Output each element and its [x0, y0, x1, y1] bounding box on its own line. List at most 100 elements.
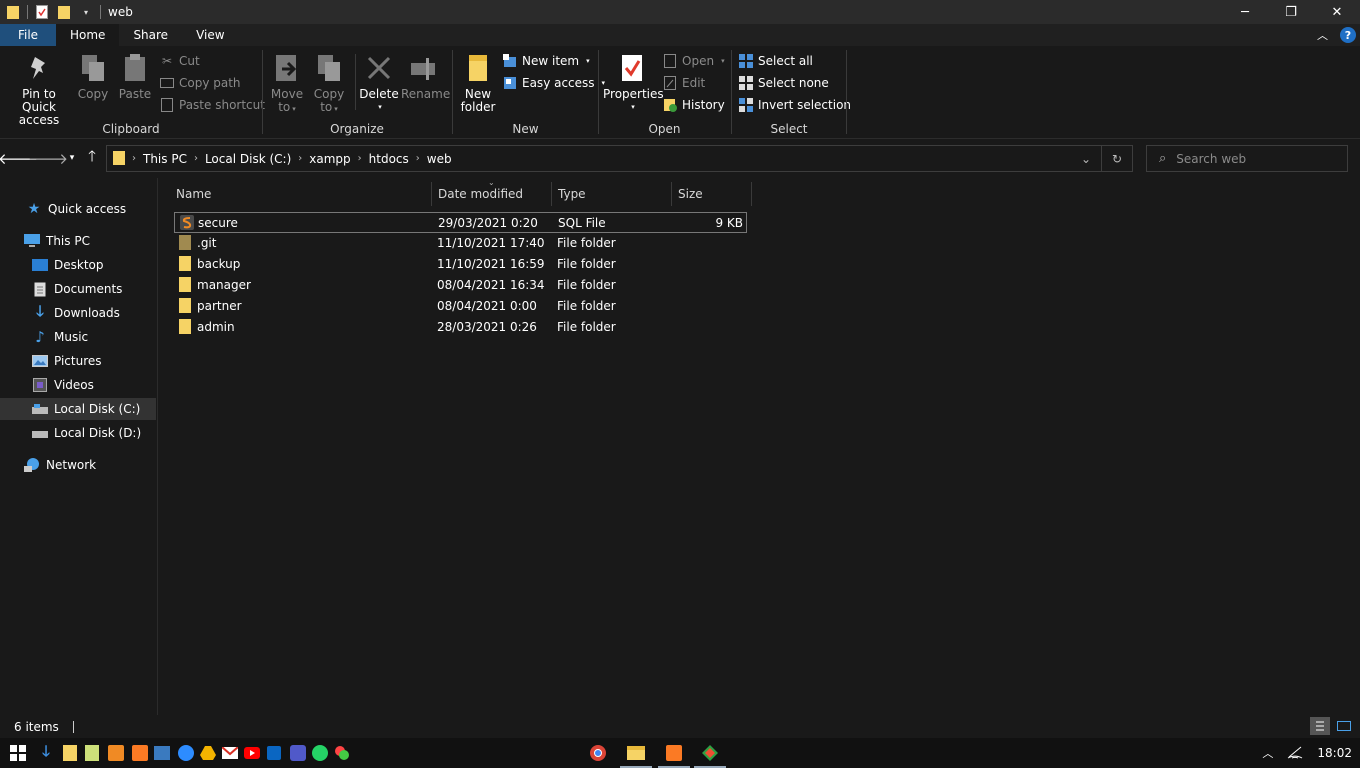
sidebar-item-network[interactable]: Network: [0, 454, 156, 476]
collapse-ribbon-icon[interactable]: ︿: [1317, 27, 1328, 43]
column-header-date[interactable]: Date modified: [438, 182, 523, 206]
paste-shortcut-button[interactable]: Paste shortcut: [160, 96, 265, 114]
large-icons-view-icon[interactable]: [1334, 717, 1354, 735]
edit-button[interactable]: Edit: [663, 74, 705, 92]
sidebar-item-pictures[interactable]: Pictures: [0, 350, 156, 372]
file-name: .git: [197, 236, 217, 250]
recent-locations-button[interactable]: ▾: [62, 148, 82, 168]
invert-selection-button[interactable]: Invert selection: [739, 96, 851, 114]
paste-button[interactable]: Paste: [118, 52, 152, 101]
teams-icon[interactable]: [288, 743, 308, 763]
sidebar-item-downloads[interactable]: 🡓 Downloads: [0, 302, 156, 324]
properties-icon[interactable]: [34, 4, 50, 20]
sidebar-item-music[interactable]: ♪ Music: [0, 326, 156, 348]
search-box[interactable]: ⌕: [1146, 145, 1348, 172]
sublime-text-icon[interactable]: [106, 743, 126, 763]
move-to-button[interactable]: Move to ▾: [269, 52, 305, 116]
pin-to-quick-access-button[interactable]: Pin to Quick access: [6, 52, 72, 127]
zoom-icon[interactable]: [176, 743, 196, 763]
ribbon-tabs: File Home Share View ︿ ?: [0, 24, 1360, 46]
copy-path-button[interactable]: Copy path: [160, 74, 241, 92]
maximize-button[interactable]: ❐: [1268, 0, 1314, 24]
copy-button[interactable]: Copy: [76, 52, 110, 101]
up-button[interactable]: 🡑: [82, 147, 102, 168]
gmail-icon[interactable]: [220, 743, 240, 763]
xampp-control-icon[interactable]: [658, 743, 690, 768]
downloads-icon[interactable]: 🡓: [36, 742, 56, 763]
breadcrumb-item[interactable]: Local Disk (C:): [201, 152, 295, 166]
customize-toolbar-icon[interactable]: ▾: [78, 4, 94, 20]
sidebar-item-this-pc[interactable]: This PC: [0, 230, 156, 252]
sidebar-item-documents[interactable]: Documents: [0, 278, 156, 300]
open-button[interactable]: Open ▾: [663, 52, 725, 70]
sidebar-item-videos[interactable]: Videos: [0, 374, 156, 396]
sidebar-item-local-disk-c[interactable]: Local Disk (C:): [0, 398, 156, 420]
quick-access-toolbar: ▾: [0, 0, 104, 24]
tab-view[interactable]: View: [182, 24, 238, 46]
properties-button[interactable]: Properties ▾: [603, 52, 664, 114]
minimize-button[interactable]: ─: [1222, 0, 1268, 24]
tab-share[interactable]: Share: [119, 24, 182, 46]
table-row[interactable]: .git 11/10/2021 17:40 File folder: [174, 233, 747, 254]
new-item-button[interactable]: New item ▾: [503, 52, 590, 70]
refresh-icon[interactable]: ↻: [1102, 146, 1132, 171]
wifi-icon[interactable]: [1287, 745, 1303, 762]
file-explorer-icon[interactable]: [620, 743, 652, 768]
breadcrumb-item[interactable]: This PC: [139, 152, 191, 166]
whatsapp-icon[interactable]: [310, 743, 330, 763]
address-history-chevron-icon[interactable]: ⌄: [1071, 146, 1101, 171]
easy-access-button[interactable]: Easy access ▾: [503, 74, 605, 92]
photos-icon[interactable]: [332, 743, 352, 763]
rename-button[interactable]: Rename: [401, 52, 450, 101]
notepad-icon[interactable]: [82, 743, 102, 763]
sidebar-item-desktop[interactable]: Desktop: [0, 254, 156, 276]
google-drive-icon[interactable]: [198, 743, 218, 763]
cut-button[interactable]: ✂ Cut: [160, 52, 200, 70]
search-input[interactable]: [1176, 151, 1337, 166]
close-button[interactable]: ✕: [1314, 0, 1360, 24]
column-header-type[interactable]: Type: [558, 182, 586, 206]
table-row[interactable]: partner 08/04/2021 0:00 File folder: [174, 296, 747, 317]
breadcrumb-item[interactable]: htdocs: [365, 152, 413, 166]
select-all-button[interactable]: Select all: [739, 52, 813, 70]
show-hidden-icons-icon[interactable]: ︿: [1262, 745, 1273, 761]
copy-to-button[interactable]: Copy to ▾: [311, 52, 347, 116]
forward-button[interactable]: 🡒: [28, 148, 68, 168]
table-row[interactable]: manager 08/04/2021 16:34 File folder: [174, 275, 747, 296]
details-view-icon[interactable]: [1310, 717, 1330, 735]
history-button[interactable]: History: [663, 96, 725, 114]
address-bar[interactable]: › This PC › Local Disk (C:) › xampp › ht…: [106, 145, 1133, 172]
youtube-icon[interactable]: [242, 743, 262, 763]
linkedin-icon[interactable]: [264, 743, 284, 763]
windows-start-icon[interactable]: [8, 743, 28, 763]
column-header-name[interactable]: Name: [176, 182, 211, 206]
xampp-icon[interactable]: [130, 743, 150, 763]
drive-icon: [32, 425, 48, 441]
tab-file[interactable]: File: [0, 24, 56, 46]
open-icon: [663, 54, 677, 68]
tab-home[interactable]: Home: [56, 24, 120, 46]
help-icon[interactable]: ?: [1340, 27, 1356, 43]
folder-icon: [5, 4, 21, 20]
chrome-icon[interactable]: [588, 743, 608, 763]
git-icon[interactable]: [694, 743, 726, 768]
table-row[interactable]: secure 29/03/2021 0:20 SQL File 9 KB: [174, 212, 747, 233]
breadcrumb-item[interactable]: xampp: [305, 152, 354, 166]
sidebar-item-quick-access[interactable]: ★ Quick access: [0, 198, 156, 220]
clock[interactable]: 18:02: [1317, 746, 1352, 760]
sidebar-item-local-disk-d[interactable]: Local Disk (D:): [0, 422, 156, 444]
new-folder-button[interactable]: New folder: [459, 52, 497, 114]
ribbon: Pin to Quick access Copy Paste ✂ Cut Cop…: [0, 46, 1360, 139]
folder-icon[interactable]: [60, 743, 80, 763]
breadcrumb-item[interactable]: web: [423, 152, 456, 166]
new-folder-icon[interactable]: [56, 4, 72, 20]
file-name: backup: [197, 257, 241, 271]
table-row[interactable]: backup 11/10/2021 16:59 File folder: [174, 254, 747, 275]
select-none-button[interactable]: Select none: [739, 74, 829, 92]
table-row[interactable]: admin 28/03/2021 0:26 File folder: [174, 317, 747, 338]
move-to-icon: [271, 52, 303, 84]
column-header-size[interactable]: Size: [678, 182, 703, 206]
delete-button[interactable]: Delete ▾: [359, 52, 399, 114]
pictures-icon[interactable]: [152, 743, 172, 763]
back-button[interactable]: 🡐: [0, 148, 38, 168]
